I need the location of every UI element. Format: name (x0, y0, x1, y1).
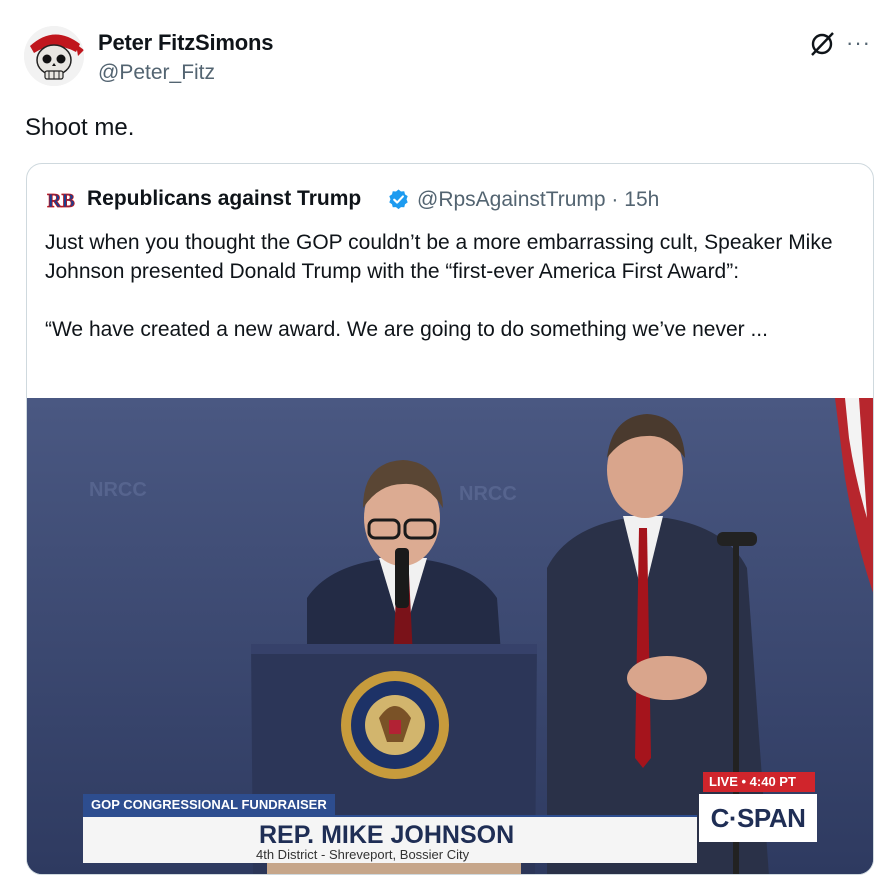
author-name[interactable]: Peter FitzSimons (98, 30, 273, 56)
quoted-author-avatar[interactable]: RB (44, 183, 78, 217)
quoted-paragraph: Just when you thought the GOP couldn’t b… (45, 231, 833, 283)
live-badge: LIVE • 4:40 PT (703, 772, 815, 792)
event-tag: GOP CONGRESSIONAL FUNDRAISER (83, 794, 335, 815)
quoted-tweet-card[interactable]: RB Republicans against Trump @RpsAgainst… (26, 163, 874, 875)
grok-icon[interactable] (808, 30, 836, 58)
cspan-logo: C·SPAN (699, 794, 817, 842)
quoted-tweet-text: Just when you thought the GOP couldn’t b… (45, 228, 865, 344)
speaker-subtitle: 4th District - Shreveport, Bossier City (256, 847, 470, 862)
quoted-author-name[interactable]: Republicans against Trump (87, 187, 361, 211)
speaker-name: REP. MIKE JOHNSON (259, 821, 515, 849)
author-avatar[interactable] (24, 26, 84, 86)
svg-text:NRCC: NRCC (89, 479, 147, 501)
video-player[interactable]: NRCC NRCC GOP CONGRESSIONAL FUNDRAISER R… (27, 398, 873, 874)
quoted-paragraph: “We have created a new award. We are goi… (45, 318, 768, 341)
network-bug: LIVE • 4:40 PT C·SPAN (699, 772, 817, 844)
lower-third-panel: REP. MIKE JOHNSON 4th District - Shrevep… (83, 815, 697, 863)
author-handle[interactable]: @Peter_Fitz (98, 61, 215, 85)
lower-third: GOP CONGRESSIONAL FUNDRAISER REP. MIKE J… (83, 794, 697, 863)
more-icon[interactable]: ··· (846, 32, 871, 54)
quoted-author-handle-time[interactable]: @RpsAgainstTrump · 15h (417, 188, 659, 212)
svg-text:NRCC: NRCC (459, 483, 517, 505)
tweet-text: Shoot me. (25, 114, 135, 141)
quoted-avatar-monogram: RB (47, 190, 75, 212)
verified-badge-icon (389, 189, 408, 210)
pirate-skull-icon (24, 26, 84, 86)
